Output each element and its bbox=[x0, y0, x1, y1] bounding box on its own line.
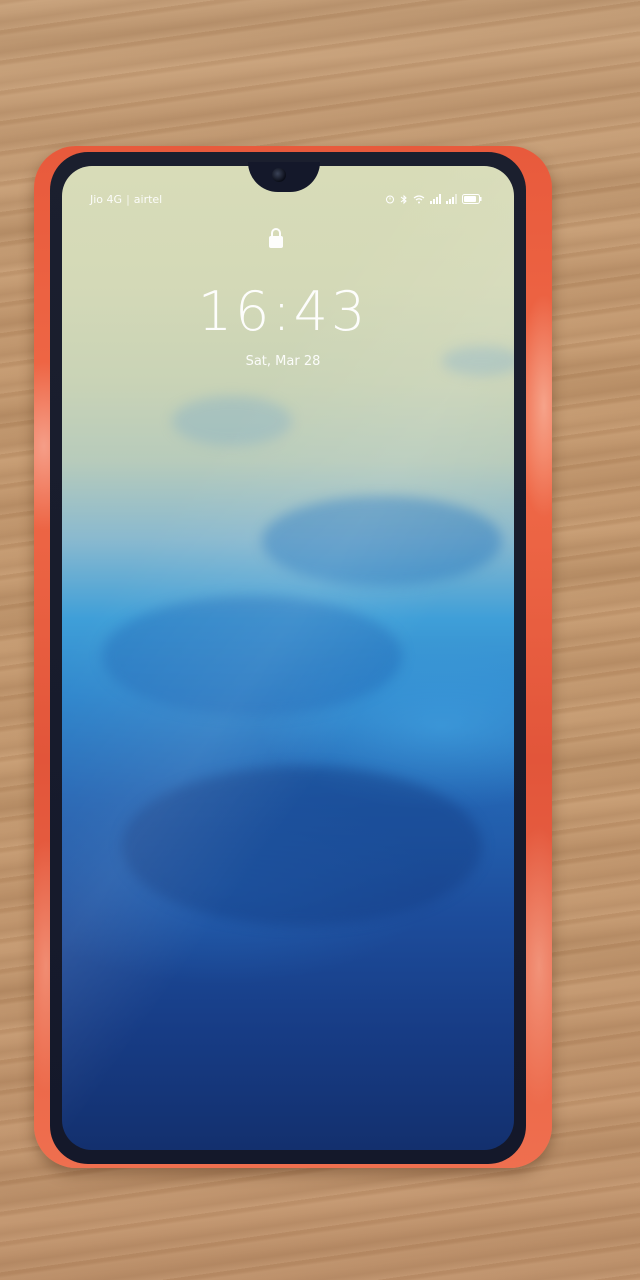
battery-icon bbox=[462, 194, 482, 204]
bluetooth-icon bbox=[400, 194, 408, 205]
lock-screen-clock: 16:43 bbox=[197, 280, 369, 343]
wooden-table: Jio 4G | airtel 16:43 Sat, Mar 28 bbox=[0, 0, 640, 1280]
lock-icon[interactable] bbox=[268, 227, 284, 249]
alarm-icon bbox=[385, 194, 395, 204]
carrier-separator: | bbox=[126, 192, 130, 206]
status-icons bbox=[385, 194, 482, 205]
signal-icon bbox=[446, 194, 457, 204]
carrier-2: airtel bbox=[133, 192, 163, 206]
status-bar: Jio 4G | airtel bbox=[90, 190, 482, 208]
wifi-icon bbox=[413, 194, 425, 204]
carrier-1: Jio 4G bbox=[90, 192, 123, 206]
front-camera bbox=[272, 168, 286, 182]
lock-screen-date: Sat, Mar 28 bbox=[245, 354, 321, 369]
carrier-info: Jio 4G | airtel bbox=[90, 193, 162, 206]
signal-icon bbox=[430, 194, 441, 204]
